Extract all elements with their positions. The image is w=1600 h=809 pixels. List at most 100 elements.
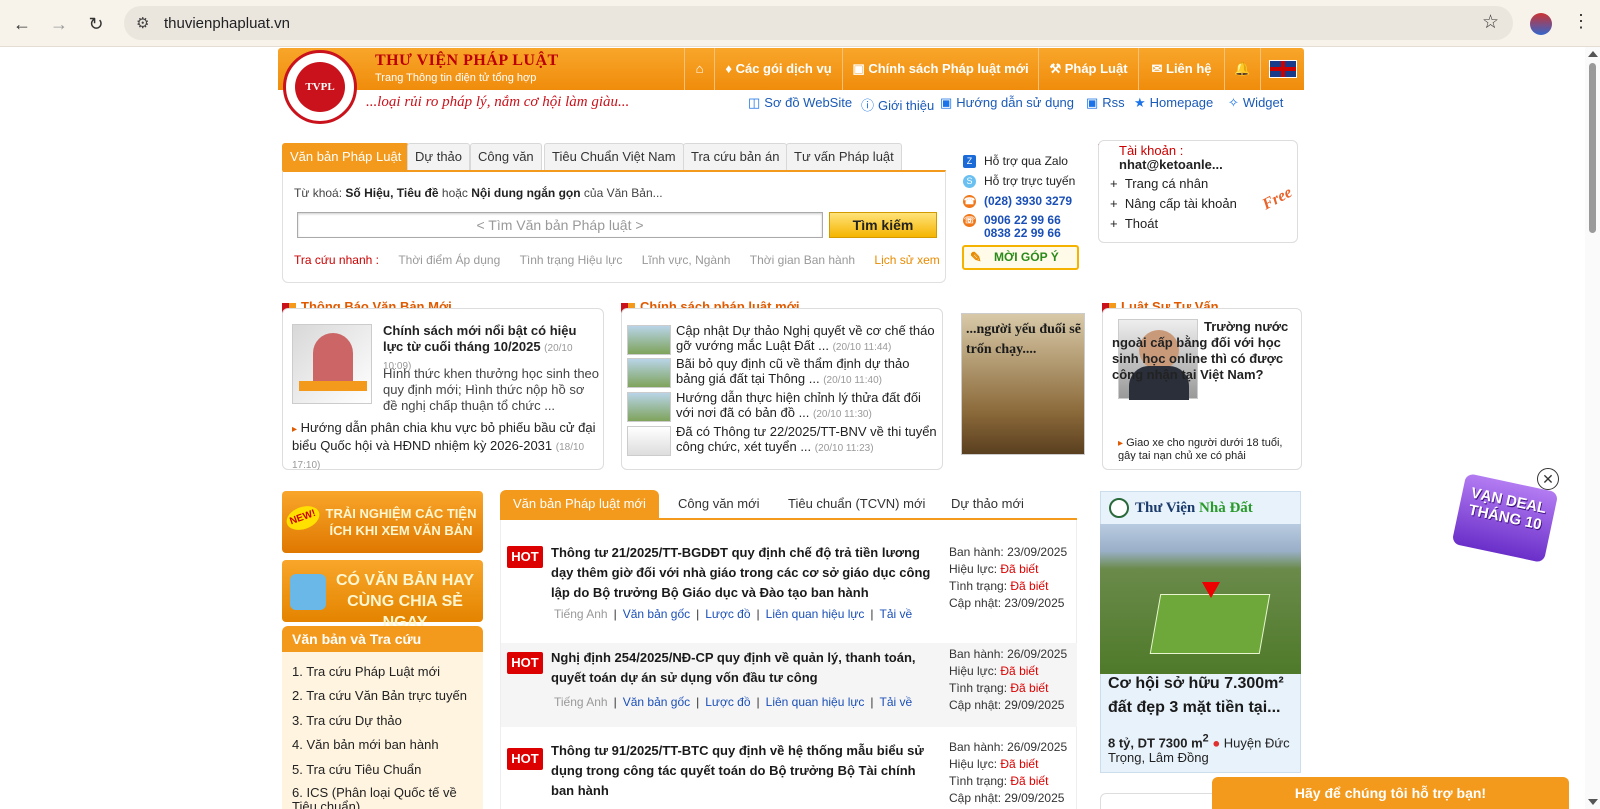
lookup-item-4[interactable]: 4. Văn bản mới ban hành <box>292 737 439 752</box>
subnav-sitemap[interactable]: ◫ Sơ đồ WebSite <box>748 95 852 111</box>
bell-icon[interactable]: 🔔 <box>1224 48 1260 90</box>
close-icon[interactable]: ✕ <box>1537 468 1559 490</box>
scroll-down-icon[interactable] <box>1588 799 1598 805</box>
site-logo[interactable]: TVPL <box>283 50 357 124</box>
scroll-up-icon[interactable] <box>1588 51 1598 57</box>
tab-official-letters[interactable]: Công văn <box>470 143 542 170</box>
back-icon[interactable]: ← <box>10 12 34 36</box>
english-flag-icon[interactable] <box>1260 48 1304 90</box>
menu-kebab-icon[interactable]: ⋮ <box>1572 11 1590 32</box>
nav-new-policy[interactable]: ▣ Chính sách Pháp luật mới <box>842 48 1038 90</box>
reload-icon[interactable]: ↻ <box>84 12 108 36</box>
doc-diagram-link[interactable]: Lược đồ <box>705 695 750 709</box>
subnav-homepage[interactable]: ★ Homepage <box>1134 95 1213 111</box>
slogan: ...loại rủi ro pháp lý, nắm cơ hội làm g… <box>366 94 630 110</box>
real-estate-title[interactable]: Cơ hội sở hữu 7.300m² đất đẹp 3 mặt tiền… <box>1108 672 1298 720</box>
feedback-button[interactable]: ✎ MỜI GÓP Ý <box>962 245 1079 270</box>
lookup-item-6[interactable]: 6. ICS (Phân loại Quốc tế về Tiêu chuẩn) <box>292 786 472 809</box>
doc-download-link[interactable]: Tải về <box>880 607 913 621</box>
nav-law[interactable]: ⚒ Pháp Luật <box>1038 48 1138 90</box>
policy-thumb-4[interactable] <box>627 426 671 456</box>
tab-judgments[interactable]: Tra cứu bản án <box>683 143 788 170</box>
view-history-link[interactable]: Lịch sử xem <box>874 253 939 267</box>
doc-related-link[interactable]: Liên quan hiệu lực <box>766 607 865 621</box>
tab-legal-documents[interactable]: Văn bản Pháp Luật <box>282 143 410 170</box>
star-icon: ★ <box>1134 95 1146 110</box>
bookmark-star-icon[interactable]: ☆ <box>1482 11 1499 34</box>
search-button[interactable]: Tìm kiếm <box>829 212 937 238</box>
lookup-list: 1. Tra cứu Pháp Luật mới 2. Tra cứu Văn … <box>282 652 483 809</box>
lawyer-sub-link[interactable]: ▸ Giao xe cho người dưới 18 tuổi, gây ta… <box>1118 437 1300 461</box>
policy-thumb-2[interactable] <box>627 358 671 388</box>
subnav-about[interactable]: ⓘ Giới thiệu <box>861 95 934 114</box>
policy-item-2[interactable]: Bãi bỏ quy định cũ về thẩm định dự thảo … <box>676 356 938 388</box>
doc-related-link[interactable]: Liên quan hiệu lực <box>766 695 865 709</box>
lookup-item-1[interactable]: 1. Tra cứu Pháp Luật mới <box>292 664 440 679</box>
doc-english-link[interactable]: Tiếng Anh <box>554 607 608 621</box>
support-online[interactable]: S Hỗ trợ trực tuyến <box>963 174 1075 189</box>
search-input[interactable]: < Tìm Văn bản Pháp luật > <box>297 212 823 238</box>
doc-original-link[interactable]: Văn bản gốc <box>623 695 690 709</box>
share-document-banner[interactable]: CÓ VĂN BẢN HAY CÙNG CHIA SẺ NGAY <box>282 560 483 631</box>
hot-badge: HOT <box>507 546 543 568</box>
subnav-guide[interactable]: ▣ Hướng dẫn sử dụng <box>940 95 1074 111</box>
utilities-banner[interactable]: NEW! TRẢI NGHIỆM CÁC TIỆN ÍCH KHI XEM VĂ… <box>282 491 483 553</box>
notice-thumbnail[interactable] <box>292 324 372 404</box>
quote-ad-banner[interactable]: ...người yếu đuối sẽ trốn chạy.... <box>961 313 1085 455</box>
tab-legal-advice[interactable]: Tư vấn Pháp luật <box>786 143 902 170</box>
tab-drafts[interactable]: Dự thảo <box>407 143 471 170</box>
account-upgrade-link[interactable]: + Nâng cấp tài khoản <box>1110 196 1237 211</box>
lawyer-question-link[interactable]: Trường nước ngoài cấp bằng đối với học s… <box>1112 319 1300 383</box>
home-icon[interactable]: ⌂ <box>684 48 714 90</box>
support-phone-3[interactable]: 0838 22 99 66 <box>984 226 1061 240</box>
doc-english-link[interactable]: Tiếng Anh <box>554 695 608 709</box>
policy-item-1[interactable]: Cập nhật Dự thảo Nghị quyết về cơ chế th… <box>676 323 938 355</box>
lookup-item-3[interactable]: 3. Tra cứu Dự thảo <box>292 713 402 728</box>
nav-service-packages[interactable]: ♦ Các gói dịch vụ <box>714 48 842 90</box>
account-logout-link[interactable]: + Thoát <box>1110 216 1158 231</box>
quick-validity-status[interactable]: Tình trạng Hiệu lực <box>520 253 623 267</box>
doc-diagram-link[interactable]: Lược đồ <box>705 607 750 621</box>
profile-avatar[interactable] <box>1530 13 1552 35</box>
tab-new-legal-docs[interactable]: Văn bản Pháp luật mới <box>500 490 659 520</box>
address-bar[interactable]: ⚙ thuvienphapluat.vn ☆ <box>124 6 1513 40</box>
lookup-item-5[interactable]: 5. Tra cứu Tiêu Chuẩn <box>292 762 421 777</box>
quick-field[interactable]: Lĩnh vực, Ngành <box>642 253 731 267</box>
quick-effective-date[interactable]: Thời điểm Áp dụng <box>398 253 500 267</box>
gavel-icon: ⚒ <box>1049 61 1065 76</box>
notice-sub-link[interactable]: ▸ Hướng dẫn phân chia khu vực bỏ phiếu b… <box>292 420 597 474</box>
chat-support-button[interactable]: Hãy để chúng tôi hỗ trợ bạn! <box>1212 777 1569 809</box>
site-info-icon[interactable]: ⚙ <box>136 14 149 32</box>
doc-download-link[interactable]: Tải về <box>880 695 913 709</box>
lookup-item-2[interactable]: 2. Tra cứu Văn Bản trực tuyến <box>292 688 467 703</box>
policy-thumb-3[interactable] <box>627 392 671 422</box>
skype-icon: S <box>963 175 976 189</box>
tab-new-official-letters[interactable]: Công văn mới <box>678 490 760 520</box>
doc-title-link[interactable]: Thông tư 91/2025/TT-BTC quy định về hệ t… <box>551 741 936 801</box>
subnav-widget[interactable]: ✧ Widget <box>1228 95 1283 111</box>
doc-row: HOT Thông tư 21/2025/TT-BGDĐT quy định c… <box>501 536 1077 624</box>
browser-toolbar: ← → ↻ ⚙ thuvienphapluat.vn ☆ ⋮ <box>0 0 1600 47</box>
nav-contact[interactable]: ✉ Liên hệ <box>1138 48 1224 90</box>
doc-title-link[interactable]: Thông tư 21/2025/TT-BGDĐT quy định chế đ… <box>551 543 936 603</box>
tab-new-standards[interactable]: Tiêu chuẩn (TCVN) mới <box>788 490 925 520</box>
subnav-rss[interactable]: ▣ Rss <box>1086 95 1125 111</box>
doc-original-link[interactable]: Văn bản gốc <box>623 607 690 621</box>
lookup-section-title: Văn bản và Tra cứu <box>282 626 483 652</box>
policy-thumb-1[interactable] <box>627 325 671 355</box>
policy-item-4[interactable]: Đã có Thông tư 22/2025/TT-BNV về thi tuy… <box>676 424 938 456</box>
tab-vn-standards[interactable]: Tiêu Chuẩn Việt Nam <box>544 143 684 170</box>
quick-issue-time[interactable]: Thời gian Ban hành <box>750 253 855 267</box>
policy-item-3[interactable]: Hướng dẫn thực hiện chỉnh lý thửa đất đố… <box>676 390 938 422</box>
land-photo[interactable] <box>1100 524 1301 674</box>
scrollbar[interactable] <box>1585 47 1600 809</box>
support-phone-1[interactable]: ☎ (028) 3930 3279 <box>963 194 1072 209</box>
support-zalo[interactable]: Z Hỗ trợ qua Zalo <box>963 154 1068 169</box>
scroll-thumb[interactable] <box>1589 63 1596 233</box>
account-profile-link[interactable]: + Trang cá nhân <box>1110 176 1208 191</box>
bullet-arrow-icon: ▸ <box>1118 438 1124 449</box>
tab-new-drafts[interactable]: Dự thảo mới <box>951 490 1024 520</box>
doc-title-link[interactable]: Nghị định 254/2025/NĐ-CP quy định về quả… <box>551 648 936 688</box>
forward-icon[interactable]: → <box>47 12 71 36</box>
doc-meta: Ban hành: 23/09/2025 Hiệu lực: Đã biết T… <box>949 545 1068 610</box>
